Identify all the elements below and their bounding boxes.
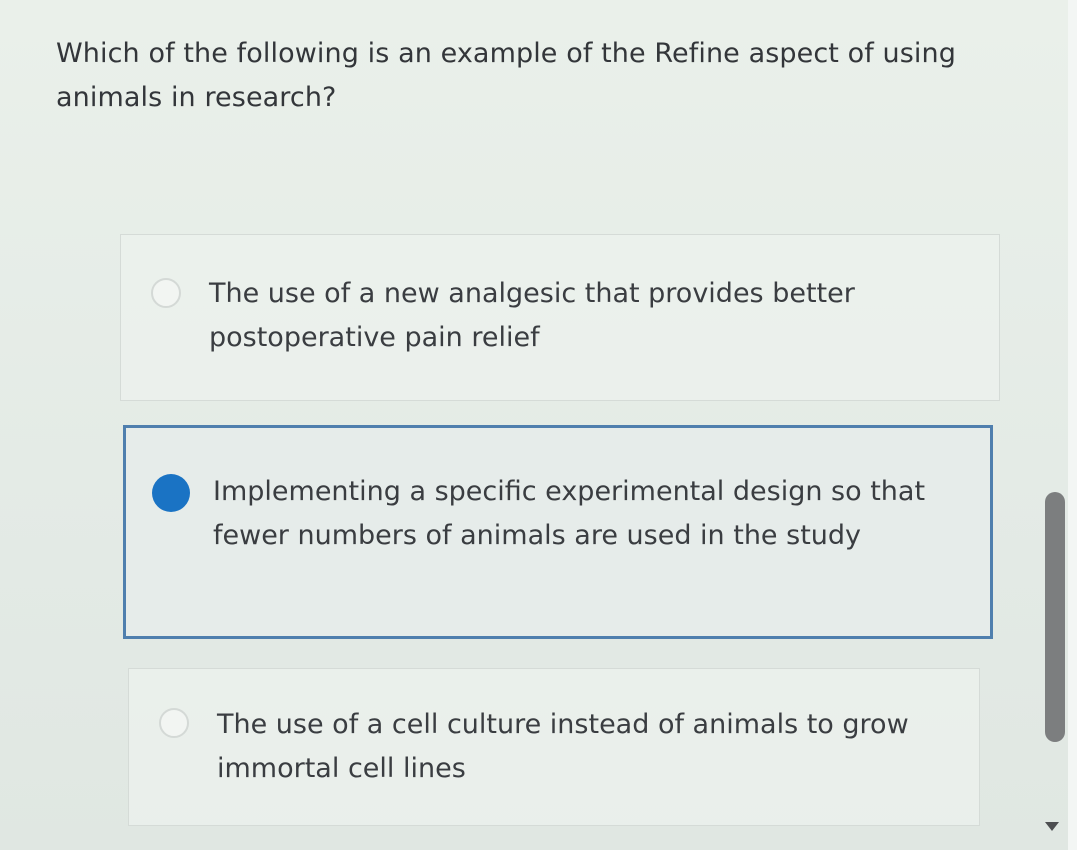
- quiz-page: Which of the following is an example of …: [0, 0, 1077, 850]
- radio-empty-icon[interactable]: [159, 708, 189, 738]
- answer-option-1[interactable]: The use of a new analgesic that provides…: [120, 234, 1000, 401]
- answer-option-3[interactable]: The use of a cell culture instead of ani…: [128, 668, 980, 826]
- answer-option-label: The use of a cell culture instead of ani…: [217, 709, 909, 784]
- radio-empty-icon[interactable]: [151, 278, 181, 308]
- answer-option-label: The use of a new analgesic that provides…: [209, 278, 855, 353]
- question-text: Which of the following is an example of …: [56, 38, 956, 113]
- radio-filled-icon[interactable]: [152, 474, 190, 512]
- answer-option-label: Implementing a specific experimental des…: [213, 476, 926, 551]
- scrollbar-track[interactable]: [1068, 0, 1077, 850]
- triangle-down-icon[interactable]: [1045, 822, 1059, 831]
- answer-option-2[interactable]: Implementing a specific experimental des…: [123, 425, 993, 639]
- scrollbar-thumb[interactable]: [1045, 492, 1065, 742]
